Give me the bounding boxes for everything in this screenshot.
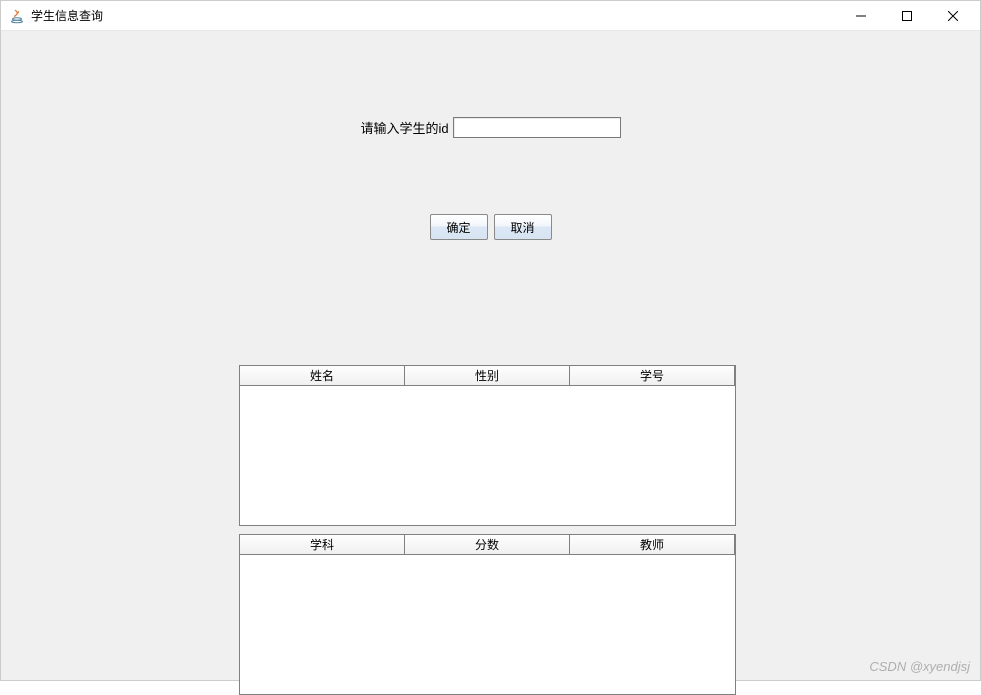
window-frame: 学生信息查询 请输入学生的id 确定 取消 姓名 性别 — [0, 0, 981, 681]
window-title: 学生信息查询 — [31, 7, 103, 24]
table-header: 姓名 性别 学号 — [240, 366, 735, 386]
input-row: 请输入学生的id — [1, 117, 980, 138]
col-teacher[interactable]: 教师 — [570, 535, 735, 555]
col-score[interactable]: 分数 — [405, 535, 570, 555]
col-subject[interactable]: 学科 — [240, 535, 405, 555]
titlebar: 学生信息查询 — [1, 1, 980, 31]
student-id-input[interactable] — [453, 117, 621, 138]
col-gender[interactable]: 性别 — [405, 366, 570, 386]
close-button[interactable] — [930, 1, 976, 30]
student-id-label: 请输入学生的id — [360, 118, 448, 137]
watermark: CSDN @xyendjsj — [869, 659, 970, 674]
java-icon — [9, 8, 25, 24]
student-info-table[interactable]: 姓名 性别 学号 — [239, 365, 736, 526]
ok-button[interactable]: 确定 — [430, 214, 488, 240]
col-name[interactable]: 姓名 — [240, 366, 405, 386]
minimize-button[interactable] — [838, 1, 884, 30]
col-student-id[interactable]: 学号 — [570, 366, 735, 386]
table-header: 学科 分数 教师 — [240, 535, 735, 555]
cancel-button[interactable]: 取消 — [494, 214, 552, 240]
window-controls — [838, 1, 976, 30]
content-panel: 请输入学生的id 确定 取消 姓名 性别 学号 学科 分数 教师 CSDN @x… — [1, 31, 980, 680]
maximize-button[interactable] — [884, 1, 930, 30]
score-info-table[interactable]: 学科 分数 教师 — [239, 534, 736, 695]
button-row: 确定 取消 — [1, 214, 980, 240]
